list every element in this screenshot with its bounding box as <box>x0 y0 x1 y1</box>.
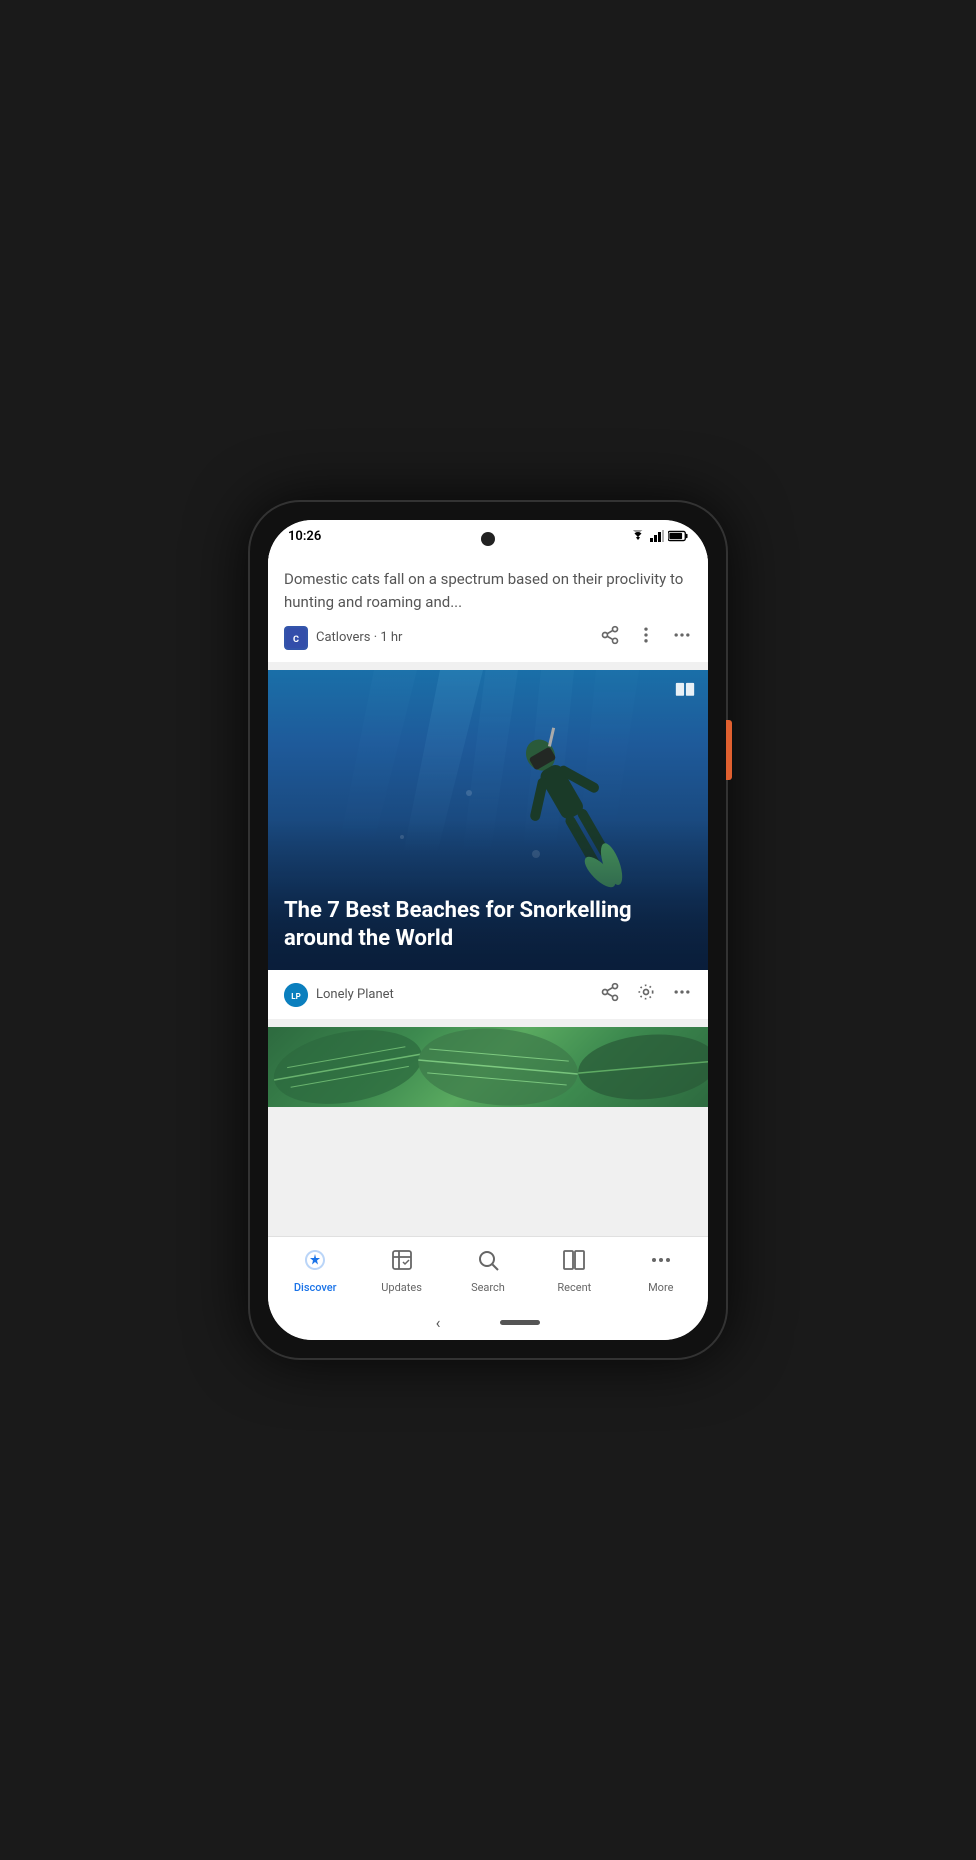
nav-search[interactable]: Search <box>458 1244 518 1298</box>
nav-recent[interactable]: Recent <box>544 1244 604 1298</box>
bubble <box>466 790 472 796</box>
lp-more-icon[interactable] <box>672 982 692 1007</box>
dot-menu-icon[interactable] <box>636 625 656 650</box>
lp-logo: LP <box>284 983 308 1007</box>
svg-text:C: C <box>293 635 299 645</box>
nav-updates[interactable]: Updates <box>372 1244 432 1298</box>
search-nav-icon <box>476 1248 500 1278</box>
signal-icon <box>650 530 664 542</box>
discover-label: Discover <box>294 1281 337 1294</box>
lp-card-footer-wrapper: LP Lonely Planet <box>268 970 708 1019</box>
phone-screen: 10:26 <box>268 520 708 1340</box>
svg-text:LP: LP <box>291 992 300 1001</box>
leaf-pattern-svg <box>268 1027 708 1107</box>
beach-article-card: The 7 Best Beaches for Snorkelling aroun… <box>268 670 708 1019</box>
search-label: Search <box>471 1281 505 1294</box>
power-button <box>726 720 732 780</box>
article-image-title: The 7 Best Beaches for Snorkelling aroun… <box>284 897 692 954</box>
leaf-image <box>268 1027 708 1107</box>
share-icon[interactable] <box>600 625 620 650</box>
more-nav-icon <box>649 1248 673 1278</box>
card-actions <box>600 625 692 650</box>
status-icons <box>630 530 688 542</box>
nav-discover[interactable]: Discover <box>285 1244 345 1298</box>
leaf-article-card <box>268 1027 708 1107</box>
status-time: 10:26 <box>288 529 321 544</box>
lp-pin-icon[interactable] <box>636 982 656 1007</box>
underwater-image: The 7 Best Beaches for Snorkelling aroun… <box>268 670 708 970</box>
updates-icon <box>390 1248 414 1278</box>
article-description: Domestic cats fall on a spectrum based o… <box>284 568 692 613</box>
cat-article-card: Domestic cats fall on a spectrum based o… <box>268 552 708 662</box>
bottom-nav: Discover Updates <box>268 1236 708 1304</box>
camera <box>481 532 495 546</box>
home-bar[interactable] <box>500 1320 540 1325</box>
source-name: Catlovers · 1 hr <box>316 630 402 645</box>
lp-card-actions <box>600 982 692 1007</box>
lp-source-name: Lonely Planet <box>316 987 394 1002</box>
source-info: C Catlovers · 1 hr <box>284 626 402 650</box>
updates-label: Updates <box>381 1281 422 1294</box>
lp-card-footer: LP Lonely Planet <box>284 982 692 1007</box>
more-options-icon[interactable] <box>672 625 692 650</box>
discover-icon <box>303 1248 327 1278</box>
source-logo: C <box>284 626 308 650</box>
more-label: More <box>648 1281 673 1294</box>
recent-label: Recent <box>557 1281 591 1294</box>
battery-icon <box>668 530 688 542</box>
article-image: The 7 Best Beaches for Snorkelling aroun… <box>268 670 708 970</box>
recent-icon <box>562 1248 586 1278</box>
phone-outer: 10:26 <box>248 500 728 1360</box>
bookmark-icon[interactable] <box>674 682 696 709</box>
content-area[interactable]: Domestic cats fall on a spectrum based o… <box>268 552 708 1236</box>
wifi-icon <box>630 530 646 542</box>
card-footer: C Catlovers · 1 hr <box>284 625 692 650</box>
lp-share-icon[interactable] <box>600 982 620 1007</box>
system-nav: ‹ <box>268 1304 708 1340</box>
nav-more[interactable]: More <box>631 1244 691 1298</box>
back-button[interactable]: ‹ <box>436 1313 441 1332</box>
lp-source-info: LP Lonely Planet <box>284 983 394 1007</box>
